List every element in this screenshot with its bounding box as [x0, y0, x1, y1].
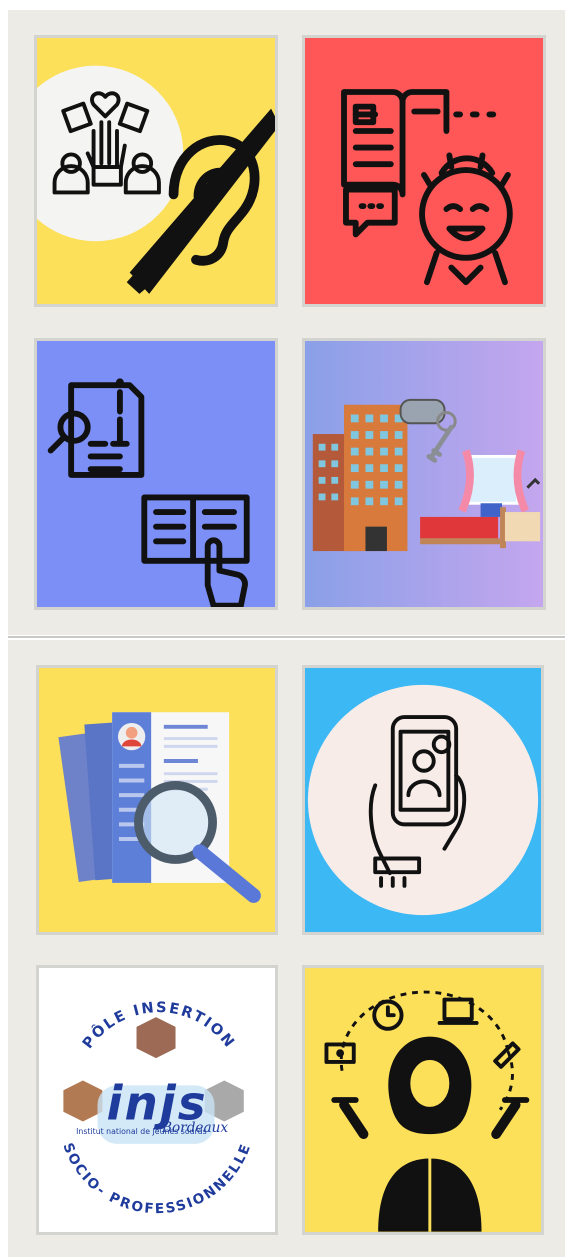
tile-cv-search[interactable] [36, 665, 278, 935]
tile-pole-insertion[interactable]: PÔLE INSERTION injs Institut national de… [36, 965, 278, 1235]
work-balance-woman-icon [324, 990, 530, 1232]
housing-apartment-icon [312, 398, 541, 552]
learning-mind-icon [341, 89, 513, 286]
tile-accessibility[interactable] [34, 35, 278, 307]
tile-learning[interactable] [302, 35, 546, 307]
section-divider [8, 636, 565, 638]
tile-information[interactable] [34, 338, 278, 610]
tile-work-balance[interactable] [302, 965, 544, 1235]
tile-video-call[interactable] [302, 665, 544, 935]
tile-housing[interactable] [302, 338, 546, 610]
pole-insertion-logo: PÔLE INSERTION injs Institut national de… [59, 999, 254, 1218]
accessibility-hearing-icon [37, 65, 275, 294]
logo-city: Bordeaux [161, 1120, 228, 1136]
cv-search-icon [58, 712, 261, 903]
video-call-phone-icon [307, 684, 539, 916]
logo-bottom-arc: SOCIO- PROFESSIONNELLE [59, 1141, 254, 1218]
information-document-icon [47, 378, 250, 607]
